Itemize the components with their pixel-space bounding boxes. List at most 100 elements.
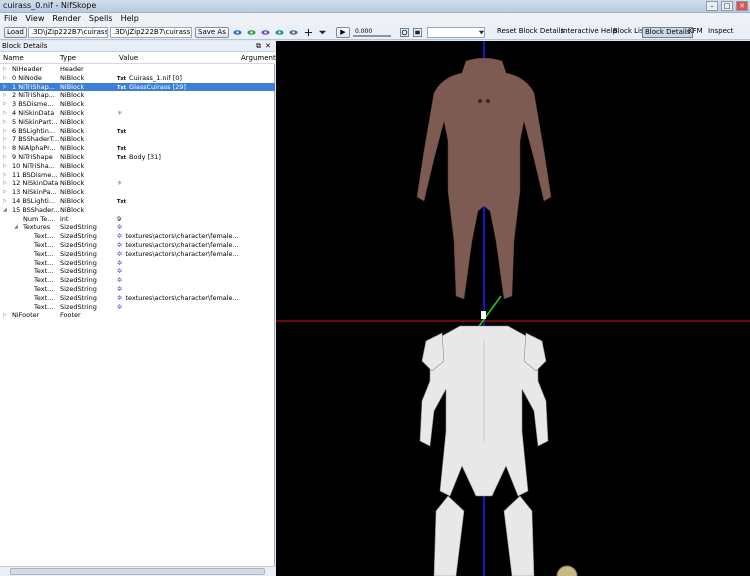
expand-arrow-icon[interactable]: ▷ <box>3 153 7 162</box>
menu-help[interactable]: Help <box>121 13 139 25</box>
tree-row[interactable]: ▷ 7 BSShaderT... NiBlock <box>0 135 275 144</box>
dock-close-icon[interactable]: ✕ <box>265 42 271 50</box>
tree-row[interactable]: ▷ 0 NiNode NiBlock Txt Cuirass_1.nif [0] <box>0 74 275 83</box>
column-argument[interactable]: Argument <box>241 54 276 62</box>
column-name[interactable]: Name <box>3 54 24 62</box>
tree-row[interactable]: Text... SizedString ✲ <box>0 303 275 312</box>
row-type: NiBlock <box>60 82 85 91</box>
eye-purple-icon[interactable] <box>261 28 270 37</box>
tree-row[interactable]: ▷ 13 NiSkinPa... NiBlock <box>0 188 275 197</box>
tree-row[interactable]: Text... SizedString ✲ <box>0 276 275 285</box>
eye-teal-icon[interactable] <box>275 28 284 37</box>
expand-arrow-icon[interactable]: ▷ <box>3 171 7 180</box>
row-type: SizedString <box>60 258 97 267</box>
tree-row[interactable]: ▷ 11 BSDisme... NiBlock <box>0 171 275 180</box>
tree-row[interactable]: ▷ NiHeader Header <box>0 65 275 74</box>
expand-arrow-icon[interactable]: ▷ <box>3 109 7 118</box>
tree-row[interactable]: ▷ 9 NiTriShape NiBlock Txt Body [31] <box>0 153 275 162</box>
expand-arrow-icon[interactable]: ▷ <box>3 179 7 188</box>
eye-blue-icon[interactable] <box>233 28 242 37</box>
expand-arrow-icon[interactable]: ◢ <box>3 206 7 215</box>
close-icon[interactable]: ✕ <box>736 1 748 11</box>
kfm-button[interactable]: KFM <box>686 27 705 38</box>
expand-arrow-icon[interactable]: ▷ <box>3 118 7 127</box>
tree-row[interactable]: Text... SizedString ✲ textures\actors\chara… <box>0 241 275 250</box>
tree-row[interactable]: ◢ 15 BSShader... NiBlock <box>0 206 275 215</box>
row-type: NiBlock <box>60 196 85 205</box>
expand-arrow-icon[interactable]: ▷ <box>3 144 7 153</box>
expand-arrow-icon[interactable]: ▷ <box>3 91 7 100</box>
row-name: 0 NiNode <box>12 73 42 82</box>
tree-row[interactable]: ▷ 4 NiSkinData NiBlock ✳ <box>0 109 275 118</box>
tree-row[interactable]: ▷ 1 NiTriShap... NiBlock Txt GlassCuirass [2… <box>0 82 275 92</box>
tree-row[interactable]: Text... SizedString ✲ textures\actors\chara… <box>0 250 275 259</box>
expand-arrow-icon[interactable]: ▷ <box>3 100 7 109</box>
tree-row[interactable]: Text... SizedString ✲ <box>0 285 275 294</box>
expand-arrow-icon[interactable]: ▷ <box>3 65 7 74</box>
row-name: 5 NiSkinPart... <box>12 117 58 126</box>
menu-file[interactable]: File <box>4 13 17 25</box>
toolbar: Load .3D\jZip222B7\cuirass_0.nif .3D\jZi… <box>0 25 750 40</box>
axis-gizmo[interactable] <box>481 311 486 319</box>
menu-render[interactable]: Render <box>52 13 80 25</box>
save-path-field[interactable]: .3D\jZip222B7\cuirass_0.nif <box>110 27 192 38</box>
interactive-help-button[interactable]: Interactive Help <box>559 27 619 38</box>
tree-row[interactable]: Text... SizedString ✲ <box>0 267 275 276</box>
tree-row[interactable]: ▷ 6 BSLightin... NiBlock Txt <box>0 127 275 136</box>
tree-row[interactable]: Text... SizedString ✲ textures\actors\chara… <box>0 294 275 303</box>
row-type: NiBlock <box>60 117 85 126</box>
tree-row[interactable]: ▷ 14 BSLighti... NiBlock Txt <box>0 197 275 206</box>
tree-row[interactable]: ▷ 5 NiSkinPart... NiBlock <box>0 118 275 127</box>
window-title: cuirass_0.nif - NifSkope <box>3 1 97 10</box>
expand-arrow-icon[interactable]: ◢ <box>14 223 18 232</box>
expand-arrow-icon[interactable]: ▷ <box>3 188 7 197</box>
tree-row[interactable]: Num Te... int 9 <box>0 215 275 224</box>
render-viewport[interactable] <box>276 41 750 576</box>
tree-row[interactable]: ▷ 8 NiAlphaPr... NiBlock Txt <box>0 144 275 153</box>
tree-row[interactable]: ▷ 2 NiTriShap... NiBlock <box>0 91 275 100</box>
float-icon[interactable]: ⧉ <box>256 42 261 51</box>
dropdown-arrow-icon[interactable] <box>477 28 486 37</box>
expand-arrow-icon[interactable]: ▷ <box>3 135 7 144</box>
tree-row[interactable]: ▷ 10 NiTriSha... NiBlock <box>0 162 275 171</box>
expand-arrow-icon[interactable]: ▷ <box>3 162 7 171</box>
row-type: NiBlock <box>60 73 85 82</box>
minimize-icon[interactable]: – <box>706 1 718 11</box>
load-button[interactable]: Load <box>4 27 27 38</box>
menu-view[interactable]: View <box>25 13 44 25</box>
column-type[interactable]: Type <box>60 54 76 62</box>
inspect-button[interactable]: Inspect <box>706 27 736 38</box>
play-button[interactable]: ▶ <box>336 27 350 38</box>
row-type: NiBlock <box>60 126 85 135</box>
scrollbar-thumb[interactable] <box>10 568 265 575</box>
eye-green-icon[interactable] <box>247 28 256 37</box>
tree-row[interactable]: ▷ 3 BSDisme... NiBlock <box>0 100 275 109</box>
tree-row[interactable]: Text... SizedString ✲ textures\actors\chara… <box>0 232 275 241</box>
loop-icon[interactable] <box>400 28 409 37</box>
expand-arrow-icon[interactable]: ▷ <box>3 74 7 83</box>
expand-arrow-icon[interactable]: ▷ <box>3 127 7 136</box>
row-type: SizedString <box>60 223 97 232</box>
expand-arrow-icon[interactable]: ▷ <box>3 83 7 92</box>
camera-icon[interactable] <box>413 28 422 37</box>
load-path-field[interactable]: .3D\jZip222B7\cuirass_0.nif <box>28 27 108 38</box>
row-name: Text... <box>34 258 54 267</box>
reset-block-details-button[interactable]: Reset Block Details <box>495 27 566 38</box>
eye-gray-icon[interactable] <box>289 28 298 37</box>
axes-icon[interactable] <box>304 28 313 37</box>
save-as-button[interactable]: Save As <box>195 27 229 38</box>
expand-arrow-icon[interactable]: ▷ <box>3 311 7 320</box>
row-name: 14 BSLighti... <box>12 196 56 205</box>
chevron-down-icon[interactable] <box>318 28 327 37</box>
maximize-icon[interactable]: □ <box>721 1 733 11</box>
tree-row[interactable]: Text... SizedString ✲ <box>0 259 275 268</box>
tree-row[interactable]: ◢ Textures SizedString ✲ <box>0 223 275 232</box>
title-bar: cuirass_0.nif - NifSkope – □ ✕ <box>0 0 750 13</box>
tree-row[interactable]: ▷ NiFooter Footer <box>0 311 275 320</box>
expand-arrow-icon[interactable]: ▷ <box>3 197 7 206</box>
horizontal-scrollbar[interactable] <box>0 566 275 576</box>
column-value[interactable]: Value <box>119 54 138 62</box>
time-slider[interactable] <box>353 35 391 37</box>
menu-spells[interactable]: Spells <box>89 13 113 25</box>
tree-row[interactable]: ▷ 12 NiSkinData NiBlock ✳ <box>0 179 275 188</box>
